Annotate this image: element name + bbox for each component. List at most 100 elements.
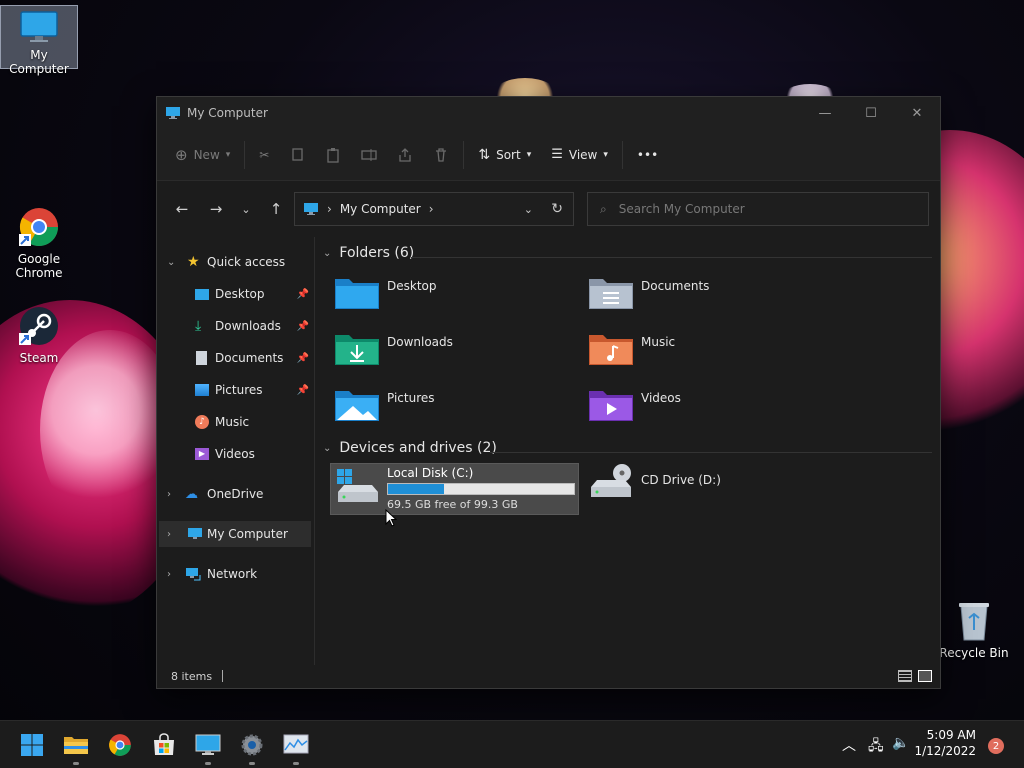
toolbar-separator [463, 140, 465, 169]
more-options-button[interactable]: ••• [627, 139, 668, 171]
drive-tile-cd-drive[interactable]: CD Drive (D:) [589, 463, 721, 499]
sidebar-item-quick-access[interactable]: ⌄ ★ Quick access [157, 249, 313, 275]
taskbar-chrome[interactable] [104, 729, 136, 761]
chevron-right-icon[interactable]: › [167, 489, 171, 500]
sidebar-label: Quick access [207, 255, 286, 269]
new-button[interactable]: ⊕ New ▾ [165, 139, 240, 171]
sidebar-item-music[interactable]: ♪ Music [157, 409, 313, 435]
rename-button[interactable] [351, 139, 387, 171]
desktop-icon-steam[interactable]: Steam [0, 305, 78, 365]
desktop-icon-label: Steam [19, 351, 59, 365]
gear-icon [241, 734, 263, 756]
sidebar-label: Desktop [215, 287, 265, 301]
desktop-icon-recycle-bin[interactable]: Recycle Bin [935, 600, 1013, 660]
taskbar-settings[interactable] [236, 729, 268, 765]
copy-button[interactable] [279, 139, 315, 171]
desktop-icon-label: Recycle Bin [939, 646, 1009, 660]
window-title: My Computer [187, 106, 268, 120]
recent-locations-button[interactable]: ⌄ [231, 194, 261, 224]
running-indicator [249, 762, 255, 765]
maximize-button[interactable]: ☐ [848, 97, 894, 129]
sidebar-item-my-computer[interactable]: › My Computer [159, 521, 311, 547]
taskbar-file-explorer[interactable] [60, 729, 92, 765]
pin-icon: 📌 [296, 384, 309, 396]
sidebar-item-pictures[interactable]: Pictures 📌 [157, 377, 313, 403]
show-hidden-icons-button[interactable]: ︿ [842, 735, 856, 755]
network-status-icon[interactable]: 🖧 [868, 735, 884, 759]
pictures-icon [195, 384, 209, 396]
copy-icon [292, 147, 304, 161]
view-button[interactable]: ☰ View ▾ [541, 139, 618, 171]
chevron-right-icon[interactable]: › [167, 569, 171, 580]
drive-free-space: 69.5 GB free of 99.3 GB [387, 498, 518, 511]
sidebar-item-videos[interactable]: ▶ Videos [157, 441, 313, 467]
sidebar-label: Videos [215, 447, 255, 461]
cloud-icon: ☁ [185, 486, 198, 502]
breadcrumb-chevron-icon[interactable]: › [429, 202, 434, 216]
title-bar[interactable]: My Computer — ☐ ✕ [157, 97, 940, 129]
share-button[interactable] [387, 139, 423, 171]
sidebar-item-network[interactable]: › Network [157, 561, 313, 587]
sidebar-item-documents[interactable]: Documents 📌 [157, 345, 313, 371]
breadcrumb-my-computer[interactable]: My Computer [340, 202, 421, 216]
chevron-down-icon: ▾ [603, 149, 608, 160]
search-icon: ⌕ [600, 201, 607, 216]
folder-tile-videos[interactable]: Videos [589, 387, 681, 423]
sidebar-item-downloads[interactable]: ⤓ Downloads 📌 [157, 313, 313, 339]
address-bar[interactable]: › My Computer › ⌄ ↻ [294, 192, 574, 226]
desktop-icon-chrome[interactable]: Google Chrome [0, 206, 78, 280]
taskbar-task-manager[interactable] [280, 729, 312, 765]
sidebar-item-onedrive[interactable]: › ☁ OneDrive [157, 481, 313, 507]
section-title: Devices and drives (2) [339, 440, 497, 456]
notification-badge[interactable]: 2 [988, 738, 1004, 754]
desktop-icon-my-computer[interactable]: My Computer [0, 5, 78, 76]
up-button[interactable]: ↑ [261, 194, 291, 224]
folder-tile-documents[interactable]: Documents [589, 275, 709, 311]
sort-button[interactable]: ⇅ Sort ▾ [468, 139, 541, 171]
start-button[interactable] [16, 729, 48, 761]
taskbar-my-computer[interactable] [192, 729, 224, 765]
chevron-right-icon[interactable]: › [167, 529, 171, 540]
volume-icon[interactable]: 🔈 [892, 735, 909, 751]
refresh-button[interactable]: ↻ [551, 201, 563, 217]
desktop-icon-label: My Computer [9, 48, 69, 76]
address-dropdown-button[interactable]: ⌄ [524, 203, 533, 216]
cut-button[interactable]: ✂ [249, 139, 279, 171]
chevron-down-icon: ⌄ [323, 247, 332, 259]
tiles-view-button[interactable] [918, 670, 932, 682]
folder-tile-pictures[interactable]: Pictures [335, 387, 435, 423]
sidebar-item-desktop[interactable]: Desktop 📌 [157, 281, 313, 307]
monitor-icon [20, 11, 58, 42]
sidebar-label: Documents [215, 351, 284, 365]
sidebar-label: OneDrive [207, 487, 264, 501]
close-button[interactable]: ✕ [894, 97, 940, 129]
downloads-folder-icon [335, 335, 379, 365]
folders-section-header[interactable]: ⌄ Folders (6) [323, 245, 414, 261]
details-view-button[interactable] [898, 670, 912, 682]
folder-tile-desktop[interactable]: Desktop [335, 275, 437, 311]
drives-section-header[interactable]: ⌄ Devices and drives (2) [323, 440, 497, 456]
plus-circle-icon: ⊕ [175, 145, 188, 164]
minimize-button[interactable]: — [802, 97, 848, 129]
taskbar-store[interactable] [148, 729, 180, 761]
new-label: New [193, 147, 220, 162]
paste-button[interactable] [315, 139, 351, 171]
chevron-down-icon: ▾ [225, 149, 231, 160]
search-box[interactable]: ⌕ Search My Computer [587, 192, 929, 226]
sidebar-label: Downloads [215, 319, 281, 333]
drive-tile-local-disk[interactable]: Local Disk (C:) 69.5 GB free of 99.3 GB [330, 463, 579, 515]
navigation-pane: ⌄ ★ Quick access Desktop 📌 ⤓ Downloads 📌… [157, 237, 315, 665]
folder-tile-downloads[interactable]: Downloads [335, 331, 453, 367]
folder-tile-music[interactable]: Music [589, 331, 675, 367]
task-manager-icon [283, 734, 309, 754]
pin-icon: 📌 [296, 320, 309, 332]
forward-button[interactable]: → [201, 194, 231, 224]
clock[interactable]: 5:09 AM 1/12/2022 [914, 727, 976, 759]
back-button[interactable]: ← [167, 194, 197, 224]
star-icon: ★ [187, 254, 200, 270]
chevron-down-icon[interactable]: ⌄ [167, 257, 175, 268]
delete-button[interactable] [423, 139, 459, 171]
drive-label: CD Drive (D:) [641, 473, 721, 487]
videos-folder-icon [589, 391, 633, 421]
monitor-icon [188, 528, 202, 539]
